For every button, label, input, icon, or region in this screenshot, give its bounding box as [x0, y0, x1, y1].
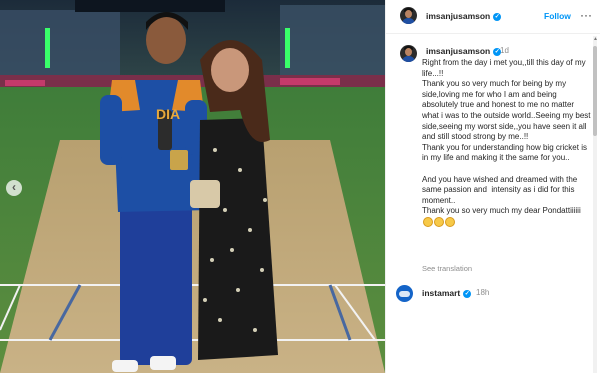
post-sidebar: imsanjusamson ✓ Follow ··· imsanjusamson ✓…: [385, 0, 600, 373]
emoji-icon: [434, 216, 444, 227]
avatar[interactable]: [396, 285, 413, 302]
verified-badge-icon: ✓: [493, 13, 502, 21]
post-photo-illustration: [0, 0, 385, 373]
verified-badge-icon: ✓: [463, 290, 472, 298]
emoji-icon: [423, 216, 433, 227]
see-translation-link[interactable]: See translation: [422, 264, 472, 273]
caption-username[interactable]: imsanjusamson ✓: [426, 46, 502, 56]
header-username[interactable]: imsanjusamson ✓: [426, 11, 502, 21]
post-header: imsanjusamson ✓ Follow ···: [386, 0, 600, 34]
caption-text: Right from the day i met you,,till this …: [422, 58, 592, 230]
avatar[interactable]: [400, 7, 417, 24]
emoji-icon: [445, 216, 455, 227]
post-image: DIA ‹: [0, 0, 385, 373]
jersey-text: DIA: [156, 106, 181, 122]
chevron-left-icon[interactable]: ‹: [6, 180, 22, 196]
reply-timestamp[interactable]: 18h: [476, 288, 489, 297]
more-options-icon[interactable]: ···: [580, 8, 592, 22]
scroll-up-icon[interactable]: ▲: [593, 36, 598, 42]
scrollbar[interactable]: ▲: [593, 36, 598, 373]
follow-button[interactable]: Follow: [544, 11, 571, 21]
avatar[interactable]: [400, 45, 417, 62]
scrollbar-thumb[interactable]: [593, 46, 597, 136]
reply-username[interactable]: instamart ✓: [422, 288, 472, 298]
caption-timestamp[interactable]: 1d: [500, 46, 509, 55]
